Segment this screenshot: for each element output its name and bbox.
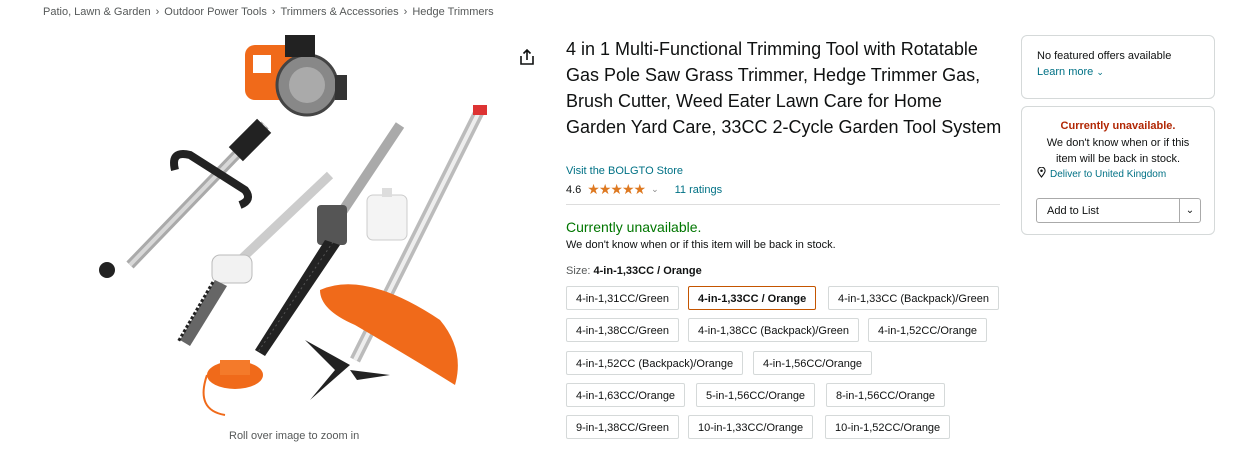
breadcrumb-patio-lawn-garden[interactable]: Patio, Lawn & Garden — [43, 6, 151, 18]
deliver-to-label: Deliver to United Kingdom — [1050, 168, 1167, 180]
learn-more-link[interactable]: Learn more ⌄ — [1037, 66, 1214, 78]
size-label: Size: 4-in-1,33CC / Orange — [566, 265, 702, 277]
breadcrumb-trimmers-accessories[interactable]: Trimmers & Accessories — [281, 6, 399, 18]
size-option-selected[interactable]: 4-in-1,33CC / Orange — [688, 286, 817, 310]
size-option[interactable]: 9-in-1,38CC/Green — [566, 415, 679, 439]
product-image[interactable] — [95, 30, 505, 425]
size-option[interactable]: 4-in-1,56CC/Orange — [753, 351, 873, 375]
buybox-status: Currently unavailable. — [1060, 120, 1176, 132]
breadcrumb-outdoor-power-tools[interactable]: Outdoor Power Tools — [164, 6, 267, 18]
size-option[interactable]: 5-in-1,56CC/Orange — [696, 383, 816, 407]
chevron-down-icon[interactable]: ⌄ — [651, 184, 659, 195]
chevron-down-icon[interactable]: ⌄ — [1179, 199, 1200, 222]
rating-value: 4.6 — [566, 183, 582, 196]
size-option[interactable]: 4-in-1,52CC (Backpack)/Orange — [566, 351, 744, 375]
size-option[interactable]: 4-in-1,33CC (Backpack)/Green — [828, 286, 1000, 310]
size-option[interactable]: 4-in-1,63CC/Orange — [566, 383, 686, 407]
breadcrumb-separator: › — [155, 6, 160, 18]
breadcrumb: Patio, Lawn & Garden › Outdoor Power Tools… — [43, 6, 494, 18]
size-option[interactable]: 4-in-1,52CC/Orange — [868, 318, 988, 342]
size-option[interactable]: 10-in-1,52CC/Orange — [825, 415, 951, 439]
availability-detail: We don't know when or if this item will … — [566, 239, 836, 251]
breadcrumb-separator: › — [403, 6, 408, 18]
availability-status: Currently unavailable. — [566, 219, 702, 235]
offers-panel: No featured offers available Learn more … — [1021, 35, 1215, 99]
product-title: 4 in 1 Multi-Functional Trimming Tool wi… — [566, 39, 1002, 137]
buybox-panel: Currently unavailable. We don't know whe… — [1021, 106, 1215, 235]
star-rating-icon[interactable]: ★★★★★ — [587, 181, 646, 198]
trimmer-tool-illustration — [99, 35, 487, 416]
size-option[interactable]: 4-in-1,38CC/Green — [566, 318, 679, 342]
ratings-count-link[interactable]: 11 ratings — [675, 184, 723, 196]
size-option[interactable]: 8-in-1,56CC/Orange — [826, 383, 946, 407]
add-to-list-button[interactable]: Add to List ⌄ — [1036, 198, 1201, 223]
no-offers-text: No featured offers available — [1037, 50, 1172, 62]
deliver-to-link[interactable]: Deliver to United Kingdom — [1037, 166, 1167, 181]
add-to-list-label: Add to List — [1047, 205, 1099, 217]
location-pin-icon — [1037, 166, 1046, 181]
size-selected-value: 4-in-1,33CC / Orange — [593, 265, 702, 277]
rating-row: 4.6 ★★★★★ ⌄ 11 ratings — [566, 181, 1000, 205]
size-option[interactable]: 10-in-1,33CC/Orange — [688, 415, 814, 439]
size-option[interactable]: 4-in-1,38CC (Backpack)/Green — [688, 318, 860, 342]
learn-more-label: Learn more — [1037, 66, 1094, 78]
size-label-text: Size: — [566, 265, 591, 277]
breadcrumb-separator: › — [271, 6, 276, 18]
breadcrumb-hedge-trimmers[interactable]: Hedge Trimmers — [412, 6, 493, 18]
share-icon[interactable] — [517, 47, 537, 67]
buybox-detail: We don't know when or if this item will … — [1046, 137, 1190, 165]
size-option[interactable]: 4-in-1,31CC/Green — [566, 286, 679, 310]
zoom-hint: Roll over image to zoom in — [229, 430, 360, 442]
chevron-down-icon: ⌄ — [1096, 67, 1104, 77]
store-link[interactable]: Visit the BOLGTO Store — [566, 165, 683, 177]
